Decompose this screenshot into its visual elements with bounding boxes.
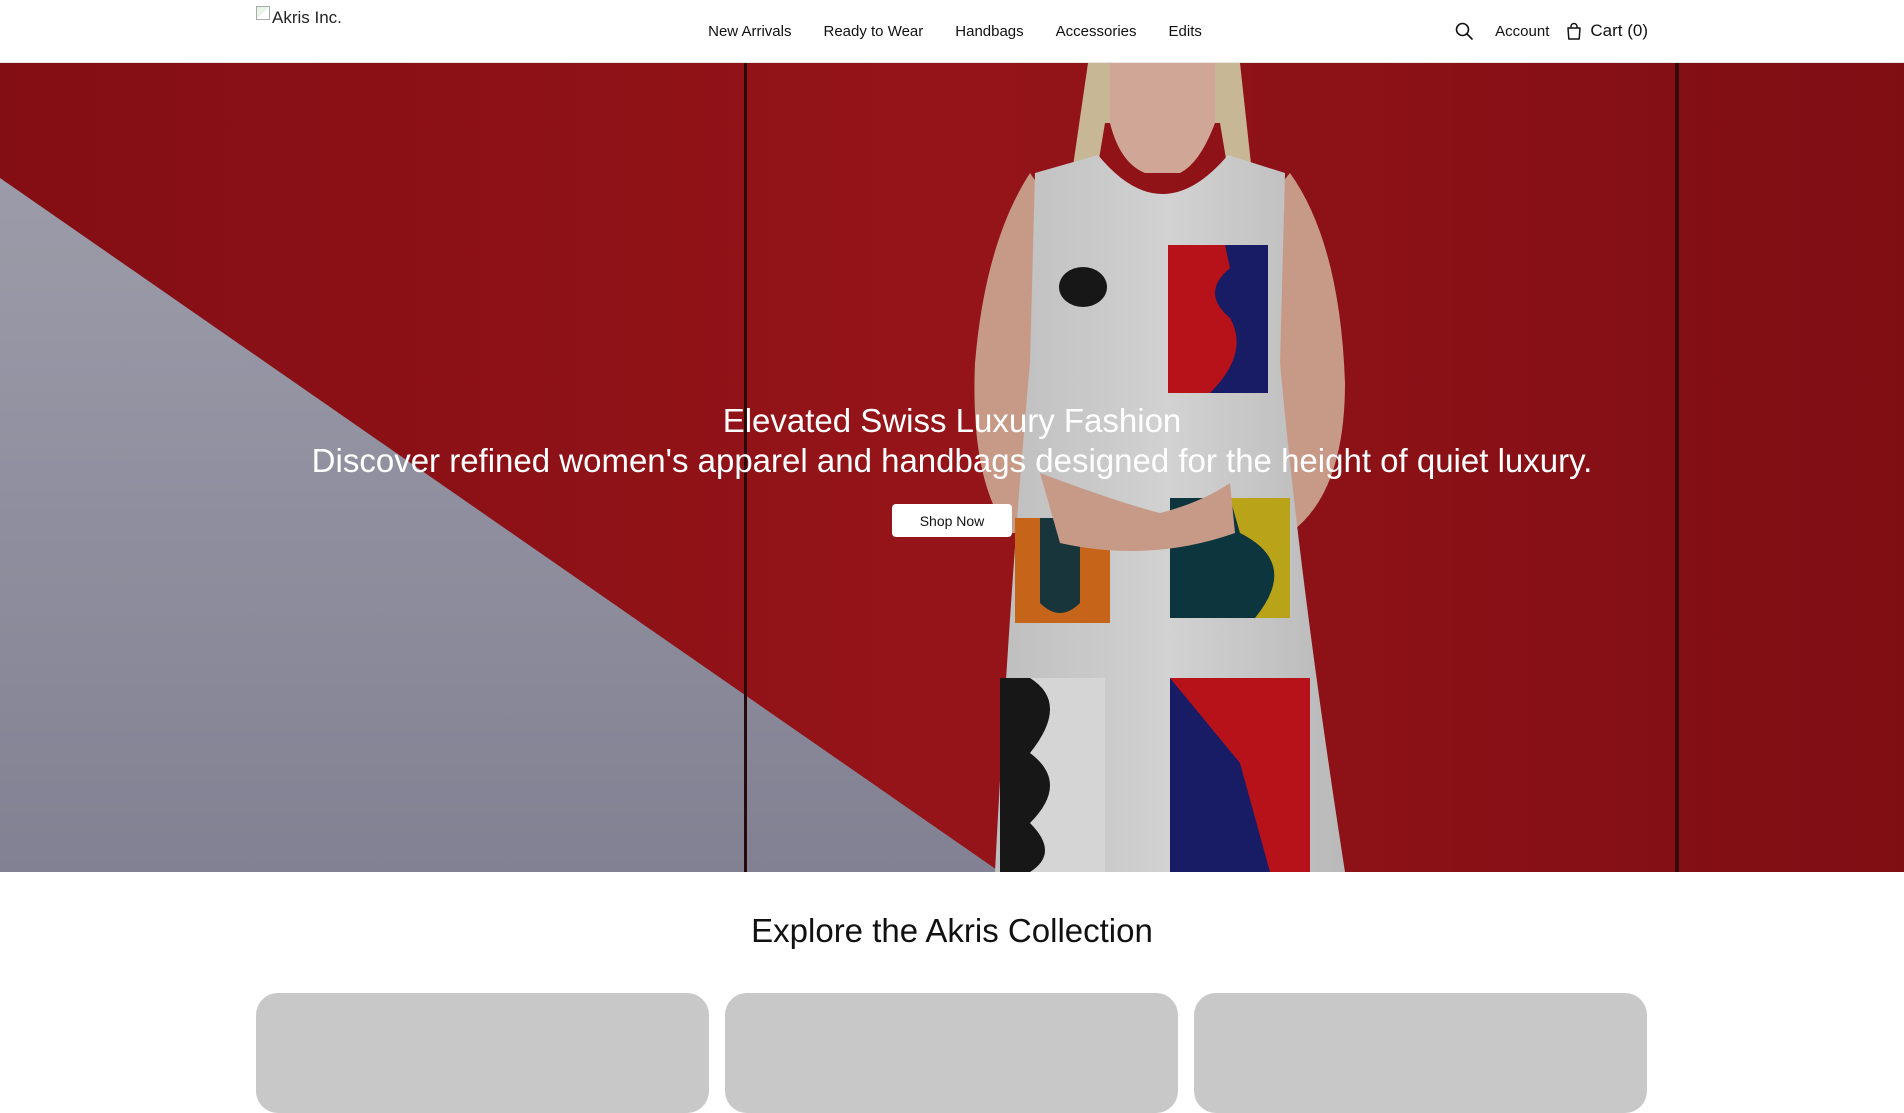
shopping-bag-icon bbox=[1567, 22, 1582, 40]
shop-now-button[interactable]: Shop Now bbox=[892, 504, 1012, 537]
collection-card[interactable] bbox=[256, 993, 709, 1113]
account-link[interactable]: Account bbox=[1495, 23, 1549, 40]
hero-text: Elevated Swiss Luxury Fashion Discover r… bbox=[0, 401, 1904, 481]
nav-item-new-arrivals[interactable]: New Arrivals bbox=[708, 23, 791, 40]
collection-card[interactable] bbox=[725, 993, 1178, 1113]
hero-title: Elevated Swiss Luxury Fashion bbox=[722, 402, 1182, 439]
header-actions: Account Cart (0) bbox=[1454, 0, 1648, 62]
nav-item-ready-to-wear[interactable]: Ready to Wear bbox=[823, 23, 923, 40]
nav-item-edits[interactable]: Edits bbox=[1169, 23, 1202, 40]
hero-banner: Elevated Swiss Luxury Fashion Discover r… bbox=[0, 63, 1904, 872]
cart-button[interactable]: Cart (0) bbox=[1566, 21, 1648, 41]
nav-item-accessories[interactable]: Accessories bbox=[1056, 23, 1137, 40]
cart-label: Cart (0) bbox=[1590, 21, 1648, 40]
nav-item-handbags[interactable]: Handbags bbox=[955, 23, 1023, 40]
search-icon[interactable] bbox=[1454, 21, 1474, 41]
collection-card[interactable] bbox=[1194, 993, 1647, 1113]
collection-title: Explore the Akris Collection bbox=[751, 912, 1153, 949]
site-header: Akris Inc. New Arrivals Ready to Wear Ha… bbox=[0, 0, 1904, 63]
hero-subtitle: Discover refined women's apparel and han… bbox=[311, 442, 1593, 479]
